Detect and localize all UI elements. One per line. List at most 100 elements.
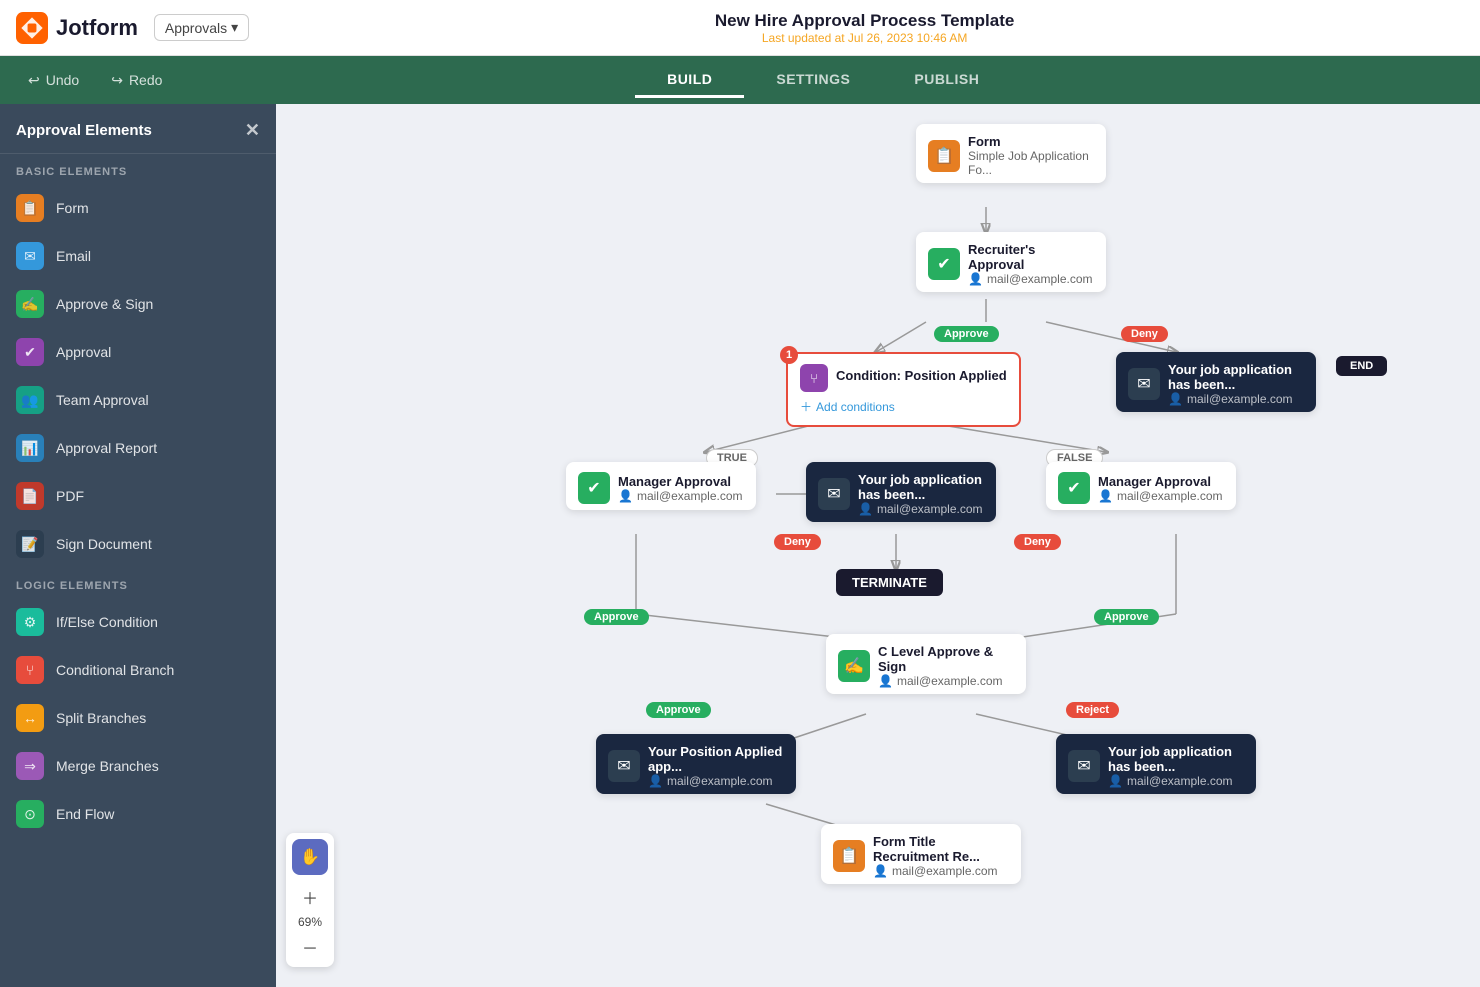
email-icon: ✉: [16, 242, 44, 270]
email-address: mail@example.com: [667, 774, 773, 788]
sidebar-item-label: PDF: [56, 488, 84, 504]
c-level-icon: ✍: [838, 650, 870, 682]
manager-right-title: Manager Approval: [1098, 474, 1223, 489]
sidebar-item-merge-branches[interactable]: ⇒ Merge Branches: [0, 742, 276, 790]
email-approve-bottom-meta: 👤 mail@example.com: [648, 774, 784, 788]
condition-box[interactable]: ⑂ Condition: Position Applied ＋ Add cond…: [786, 352, 1021, 427]
node-email-reject-bottom[interactable]: ✉ Your job application has been... 👤 mai…: [1056, 734, 1256, 794]
manager-left-meta: 👤 mail@example.com: [618, 489, 743, 503]
zoom-in-button[interactable]: ＋: [296, 883, 324, 911]
redo-icon: ↪: [111, 72, 123, 89]
sidebar-item-end-flow[interactable]: ⊙ End Flow: [0, 790, 276, 838]
email-reject-bottom-title: Your job application has been...: [1108, 744, 1244, 774]
action-bar: ↩ Undo ↪ Redo BUILD SETTINGS PUBLISH: [0, 56, 1480, 104]
app-badge[interactable]: Approvals ▾: [154, 14, 249, 41]
basic-elements-label: BASIC ELEMENTS: [0, 154, 276, 184]
c-level-title: C Level Approve & Sign: [878, 644, 1014, 674]
sidebar-item-split-branches[interactable]: ↔ Split Branches: [0, 694, 276, 742]
close-icon[interactable]: ✕: [245, 120, 260, 141]
email-avatar: 👤: [1168, 392, 1183, 406]
email-deny-right-top-title: Your job application has been...: [1168, 362, 1304, 392]
c-level-email: mail@example.com: [897, 674, 1003, 688]
manager-right-icon: ✔: [1058, 472, 1090, 504]
sidebar-item-label: End Flow: [56, 806, 114, 822]
email-approve-bottom-icon: ✉: [608, 750, 640, 782]
nav-tabs: BUILD SETTINGS PUBLISH: [635, 63, 1011, 98]
sidebar-item-pdf[interactable]: 📄 PDF: [0, 472, 276, 520]
node-c-level-approve-sign[interactable]: ✍ C Level Approve & Sign 👤 mail@example.…: [826, 634, 1026, 694]
node-form-top[interactable]: 📋 Form Simple Job Application Fo...: [916, 124, 1106, 183]
badge-approve-bottom-left[interactable]: Approve: [584, 609, 649, 625]
split-branches-icon: ↔: [16, 704, 44, 732]
email-center-meta: 👤 mail@example.com: [858, 502, 984, 516]
sidebar-item-approve-sign[interactable]: ✍ Approve & Sign: [0, 280, 276, 328]
form-bottom-title: Form Title Recruitment Re...: [873, 834, 1009, 864]
recruiter-approval-icon: ✔: [928, 248, 960, 280]
plus-icon: ＋: [800, 398, 812, 415]
end-flow-icon: ⊙: [16, 800, 44, 828]
logo-area: Jotform: [16, 12, 138, 44]
badge-deny-left[interactable]: Deny: [774, 534, 821, 550]
sidebar-item-label: Merge Branches: [56, 758, 159, 774]
condition-badge-number: 1: [780, 346, 798, 364]
node-condition[interactable]: 1 ⑂ Condition: Position Applied ＋ Add co…: [786, 352, 1021, 427]
sidebar-item-label: Approval: [56, 344, 111, 360]
undo-icon: ↩: [28, 72, 40, 89]
app-name: Approvals: [165, 20, 227, 36]
manager-left-icon: ✔: [578, 472, 610, 504]
zoom-out-button[interactable]: －: [296, 933, 324, 961]
node-form-bottom[interactable]: 📋 Form Title Recruitment Re... 👤 mail@ex…: [821, 824, 1021, 884]
email-reject-bottom-header: ✉ Your job application has been... 👤 mai…: [1056, 734, 1256, 794]
email-avatar: 👤: [858, 502, 873, 516]
badge-approve-top[interactable]: Approve: [934, 326, 999, 342]
email-avatar: 👤: [648, 774, 663, 788]
badge-approve-c-level[interactable]: Approve: [646, 702, 711, 718]
tab-build[interactable]: BUILD: [635, 63, 744, 98]
manager-right-meta: 👤 mail@example.com: [1098, 489, 1223, 503]
node-email-deny-right-top[interactable]: ✉ Your job application has been... 👤 mai…: [1116, 352, 1316, 412]
tab-settings[interactable]: SETTINGS: [744, 63, 882, 98]
sidebar: Approval Elements ✕ BASIC ELEMENTS 📋 For…: [0, 104, 276, 987]
manager-left-avatar: 👤: [618, 489, 633, 503]
recruiter-email: mail@example.com: [987, 272, 1093, 286]
node-recruiters-approval[interactable]: ✔ Recruiter's Approval 👤 mail@example.co…: [916, 232, 1106, 292]
manager-right-email: mail@example.com: [1117, 489, 1223, 503]
form-icon: 📋: [16, 194, 44, 222]
sidebar-item-form[interactable]: 📋 Form: [0, 184, 276, 232]
condition-node-icon: ⑂: [800, 364, 828, 392]
approval-report-icon: 📊: [16, 434, 44, 462]
sidebar-item-approval[interactable]: ✔ Approval: [0, 328, 276, 376]
if-else-icon: ⚙: [16, 608, 44, 636]
badge-end[interactable]: END: [1336, 356, 1387, 376]
redo-button[interactable]: ↪ Redo: [103, 68, 170, 93]
sidebar-item-sign-document[interactable]: 📝 Sign Document: [0, 520, 276, 568]
badge-reject-c-level[interactable]: Reject: [1066, 702, 1119, 718]
undo-button[interactable]: ↩ Undo: [20, 68, 87, 93]
form-bottom-email: mail@example.com: [892, 864, 998, 878]
drag-mode-button[interactable]: ✋: [292, 839, 328, 875]
recruiter-title: Recruiter's Approval: [968, 242, 1094, 272]
sidebar-item-if-else[interactable]: ⚙ If/Else Condition: [0, 598, 276, 646]
email-icon: ✉: [1128, 368, 1160, 400]
sidebar-item-team-approval[interactable]: 👥 Team Approval: [0, 376, 276, 424]
sidebar-item-email[interactable]: ✉ Email: [0, 232, 276, 280]
badge-deny-right-top[interactable]: Deny: [1121, 326, 1168, 342]
sign-document-icon: 📝: [16, 530, 44, 558]
node-email-deny-center[interactable]: ✉ Your job application has been... 👤 mai…: [806, 462, 996, 522]
tab-publish[interactable]: PUBLISH: [882, 63, 1011, 98]
email-address: mail@example.com: [1187, 392, 1293, 406]
badge-deny-right2[interactable]: Deny: [1014, 534, 1061, 550]
sidebar-item-approval-report[interactable]: 📊 Approval Report: [0, 424, 276, 472]
sidebar-title: Approval Elements: [16, 122, 152, 139]
logo-text: Jotform: [56, 15, 138, 41]
logic-elements-label: LOGIC ELEMENTS: [0, 568, 276, 598]
node-email-approve-bottom[interactable]: ✉ Your Position Applied app... 👤 mail@ex…: [596, 734, 796, 794]
node-manager-approval-right[interactable]: ✔ Manager Approval 👤 mail@example.com: [1046, 462, 1236, 510]
add-conditions-button[interactable]: ＋ Add conditions: [800, 398, 895, 415]
sidebar-item-label: Email: [56, 248, 91, 264]
node-manager-approval-left[interactable]: ✔ Manager Approval 👤 mail@example.com: [566, 462, 756, 510]
badge-approve-bottom-right[interactable]: Approve: [1094, 609, 1159, 625]
sidebar-item-label: Split Branches: [56, 710, 146, 726]
sidebar-item-label: Sign Document: [56, 536, 152, 552]
sidebar-item-conditional-branch[interactable]: ⑂ Conditional Branch: [0, 646, 276, 694]
